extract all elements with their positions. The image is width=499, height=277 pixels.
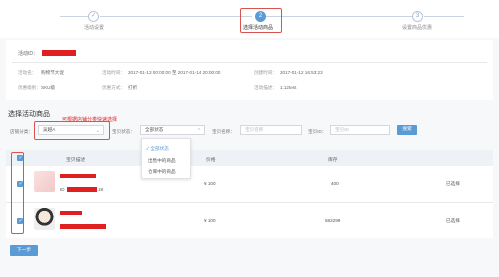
redacted-product-id bbox=[60, 224, 106, 229]
product-stock: 400 bbox=[331, 181, 339, 186]
category-filter-label: 店铺分类： bbox=[10, 129, 33, 134]
activity-time-value: 2017-01-13 00:00:00 至 2017-01-14 20:00:0… bbox=[128, 70, 221, 75]
discount-type-value: 打折 bbox=[128, 85, 138, 90]
discount-level-value: SKU级 bbox=[41, 85, 56, 90]
table-body: ID 19 ¥ 100 400 已选择 ¥ 100 582299 已选择 bbox=[6, 166, 493, 238]
product-id-suffix: 19 bbox=[98, 187, 104, 192]
created-time-value: 2017-01-12 16:53:23 bbox=[280, 70, 323, 75]
discount-type-label: 优惠方式： bbox=[102, 85, 125, 90]
dropdown-option-in-warehouse[interactable]: 仓库中的商品 bbox=[148, 169, 176, 175]
product-name-label: 宝贝名称： bbox=[212, 129, 235, 134]
product-id-label: 宝贝ID： bbox=[308, 129, 327, 134]
row-divider bbox=[6, 202, 493, 203]
product-id-placeholder: 宝贝ID bbox=[335, 127, 349, 132]
product-price: ¥ 100 bbox=[204, 181, 216, 186]
product-stock: 582299 bbox=[325, 218, 341, 223]
product-price: ¥ 100 bbox=[204, 218, 216, 223]
next-step-button[interactable]: 下一步 bbox=[10, 245, 38, 256]
dropdown-option-on-sale[interactable]: 出售中的商品 bbox=[148, 158, 176, 164]
step-label-product-discount[interactable]: 设置商品优惠 bbox=[402, 24, 432, 31]
discount-level-label: 优惠级别： bbox=[18, 85, 41, 90]
step-connector bbox=[266, 16, 412, 17]
step-connector bbox=[100, 16, 252, 17]
dropdown-option-all[interactable]: ✓ 全部状态 bbox=[146, 146, 169, 152]
status-select[interactable]: 全部状态 ⌃ bbox=[140, 125, 205, 135]
step-label-activity-settings[interactable]: 活动设置 bbox=[84, 24, 104, 31]
column-header-stock: 库存 bbox=[328, 158, 338, 163]
product-id-prefix: ID bbox=[60, 187, 65, 192]
redacted-product-title bbox=[60, 211, 82, 215]
redacted-activity-id bbox=[42, 50, 76, 56]
selected-status: 已选择 bbox=[446, 181, 460, 186]
activity-desc-label: 活动描述： bbox=[254, 85, 277, 90]
activity-info-panel: 活动ID： 活动名： 购物节大促 活动时间： 2017-01-13 00:00:… bbox=[6, 40, 493, 100]
step-connector bbox=[424, 16, 464, 17]
annotation-highlight-box bbox=[11, 152, 24, 234]
created-time-label: 创建时间： bbox=[254, 70, 277, 75]
activity-name-label: 活动名： bbox=[18, 70, 37, 75]
step-connector bbox=[60, 16, 88, 17]
step-3-icon: 3 bbox=[412, 11, 423, 22]
chevron-up-icon: ⌃ bbox=[196, 128, 201, 134]
check-icon: ✓ bbox=[88, 11, 99, 22]
table-header: 宝贝描述 价格 库存 bbox=[6, 150, 493, 166]
status-filter-label: 宝贝状态： bbox=[112, 129, 135, 134]
product-name-input[interactable]: 宝贝名称 bbox=[240, 125, 302, 135]
search-button[interactable]: 搜索 bbox=[397, 125, 417, 135]
product-thumbnail bbox=[34, 171, 55, 192]
redacted-product-title bbox=[60, 174, 96, 178]
selected-status: 已选择 bbox=[446, 218, 460, 223]
activity-time-label: 活动时间： bbox=[102, 70, 125, 75]
product-id-input[interactable]: 宝贝ID bbox=[330, 125, 390, 135]
section-title: 选择活动商品 bbox=[8, 111, 50, 118]
column-header-price: 价格 bbox=[206, 158, 216, 163]
redacted-product-id bbox=[67, 187, 97, 192]
divider bbox=[12, 62, 487, 63]
annotation-highlight-box bbox=[240, 8, 282, 33]
product-name-placeholder: 宝贝名称 bbox=[245, 127, 264, 132]
activity-id-label: 活动ID： bbox=[18, 51, 39, 57]
column-header-description: 宝贝描述 bbox=[66, 158, 86, 163]
page-canvas: ✓ 活动设置 2 选择活动商品 3 设置商品优惠 活动ID： 活动名： 购物节大… bbox=[0, 0, 499, 277]
activity-name-value: 购物节大促 bbox=[41, 70, 64, 75]
activity-desc-value: 1.12test bbox=[280, 85, 297, 90]
annotation-highlight-box bbox=[34, 121, 110, 140]
status-dropdown-menu: ✓ 全部状态 出售中的商品 仓库中的商品 bbox=[141, 138, 191, 179]
status-select-value: 全部状态 bbox=[145, 127, 164, 132]
product-thumbnail bbox=[34, 208, 55, 230]
check-icon: ✓ bbox=[146, 146, 150, 151]
